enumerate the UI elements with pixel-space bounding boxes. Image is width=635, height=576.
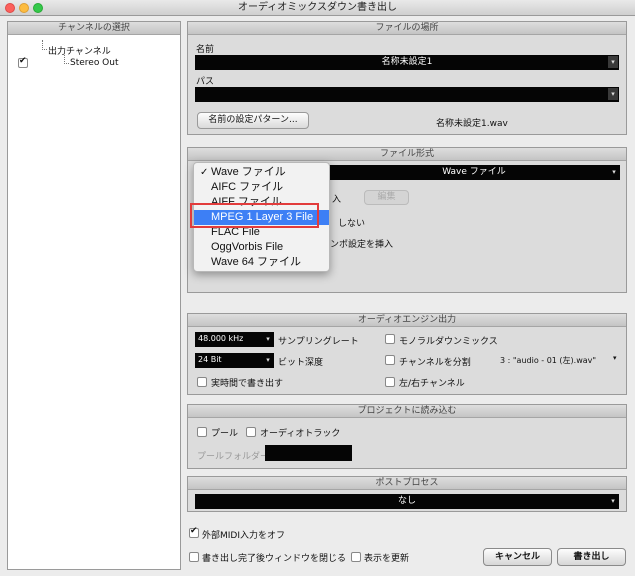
chevron-down-icon[interactable]: ▾ <box>608 495 618 507</box>
file-location-section: ファイルの場所 名前 名称未設定1 ▾ パス ▾ 名前の設定パターン... 名称… <box>187 21 627 135</box>
midi-off-label: 外部MIDI入力をオフ <box>202 531 286 541</box>
close-window-checkbox[interactable] <box>189 552 199 562</box>
sample-rate-dropdown[interactable]: 48.000 kHz ▾ <box>195 332 274 347</box>
format-dropdown-value: Wave ファイル <box>442 167 506 177</box>
bit-depth-label: ビット深度 <box>278 358 324 368</box>
menu-item-aifc[interactable]: AIFC ファイル <box>194 180 329 195</box>
chevron-down-icon[interactable]: ▾ <box>608 56 618 68</box>
menu-item-wave64[interactable]: Wave 64 ファイル <box>194 255 329 270</box>
checkmark-icon: ✓ <box>200 167 209 178</box>
file-location-header: ファイルの場所 <box>188 22 626 35</box>
audio-track-label: オーディオトラック <box>260 429 341 439</box>
audio-engine-header: オーディオエンジン出力 <box>188 314 626 327</box>
output-channels-node[interactable]: 出力チャンネル <box>48 44 111 57</box>
chevron-down-icon[interactable]: ▾ <box>263 354 273 366</box>
file-format-header: ファイル形式 <box>188 148 626 161</box>
stereo-out-checkbox[interactable] <box>18 56 28 68</box>
realtime-label: 実時間で書き出す <box>211 379 284 389</box>
midi-off-checkbox[interactable] <box>189 526 199 538</box>
post-process-header: ポストプロセス <box>188 477 626 490</box>
highlight-box <box>190 203 319 228</box>
audio-track-checkbox[interactable] <box>246 427 256 437</box>
zoom-window-button[interactable] <box>33 3 43 13</box>
refresh-display-label: 表示を更新 <box>364 554 410 564</box>
audio-engine-section: オーディオエンジン出力 48.000 kHz ▾ サンプリングレート 24 Bi… <box>187 313 627 395</box>
naming-pattern-button[interactable]: 名前の設定パターン... <box>197 112 309 129</box>
left-right-checkbox[interactable] <box>385 377 395 387</box>
mono-downmix-checkbox[interactable] <box>385 334 395 344</box>
refresh-display-checkbox[interactable] <box>351 552 361 562</box>
filename-preview: 名称未設定1.wav <box>436 119 508 129</box>
export-audio-mixdown-window: オーディオミックスダウン書き出し チャンネルの選択 出力チャンネル Stereo… <box>0 0 635 576</box>
channel-selection-header: チャンネルの選択 <box>8 22 180 35</box>
split-channels-label: チャンネルを分割 <box>399 358 471 368</box>
chevron-down-icon[interactable]: ▾ <box>263 333 273 345</box>
format-dropdown[interactable]: Wave ファイル ▾ <box>328 165 620 180</box>
post-process-section: ポストプロセス なし ▾ <box>187 476 627 512</box>
bit-depth-dropdown[interactable]: 24 Bit ▾ <box>195 353 274 368</box>
tree-connector <box>42 49 47 50</box>
window-title: オーディオミックスダウン書き出し <box>238 2 397 13</box>
channel-selection-panel: チャンネルの選択 出力チャンネル Stereo Out <box>7 21 181 570</box>
mono-downmix-label: モノラルダウンミックス <box>399 337 498 347</box>
path-field[interactable]: ▾ <box>195 87 619 102</box>
project-import-header: プロジェクトに読み込む <box>188 405 626 418</box>
left-right-label: 左/右チャンネル <box>399 379 465 389</box>
sample-rate-label: サンプリングレート <box>278 337 359 347</box>
partial-text: 入 <box>332 195 342 205</box>
stereo-out-node[interactable]: Stereo Out <box>70 58 119 68</box>
realtime-checkbox[interactable] <box>197 377 207 387</box>
partial-text: しない <box>338 219 366 229</box>
post-process-value: なし <box>397 496 416 506</box>
pool-folder-label: プールフォルダー <box>197 452 270 462</box>
pool-checkbox[interactable] <box>197 427 207 437</box>
close-window-label: 書き出し完了後ウィンドウを閉じる <box>202 554 347 564</box>
name-field[interactable]: 名称未設定1 ▾ <box>195 55 619 70</box>
partial-text: ンポ設定を挿入 <box>330 240 394 250</box>
chevron-down-icon[interactable]: ▾ <box>609 166 619 178</box>
path-label: パス <box>196 77 215 87</box>
tree-connector <box>64 63 69 64</box>
name-value: 名称未設定1 <box>381 57 433 67</box>
project-import-section: プロジェクトに読み込む プール オーディオトラック プールフォルダー <box>187 404 627 469</box>
close-window-button[interactable] <box>5 3 15 13</box>
chevron-down-icon[interactable]: ▾ <box>613 354 617 362</box>
menu-item-wave[interactable]: ✓ Wave ファイル <box>194 165 329 180</box>
window-controls <box>5 3 43 13</box>
pool-folder-field[interactable] <box>265 445 352 461</box>
minimize-window-button[interactable] <box>19 3 29 13</box>
cancel-button[interactable]: キャンセル <box>483 548 552 566</box>
export-button[interactable]: 書き出し <box>557 548 626 566</box>
post-process-dropdown[interactable]: なし ▾ <box>195 494 619 509</box>
edit-button[interactable]: 編集 <box>364 190 409 205</box>
pool-label: プール <box>211 429 239 439</box>
name-label: 名前 <box>196 45 215 55</box>
title-bar: オーディオミックスダウン書き出し <box>0 0 635 16</box>
menu-item-ogg[interactable]: OggVorbis File <box>194 240 329 255</box>
split-channels-info[interactable]: 3 : "audio - 01 (左).wav" <box>500 355 596 366</box>
chevron-down-icon[interactable]: ▾ <box>608 88 618 100</box>
split-channels-checkbox[interactable] <box>385 355 395 365</box>
